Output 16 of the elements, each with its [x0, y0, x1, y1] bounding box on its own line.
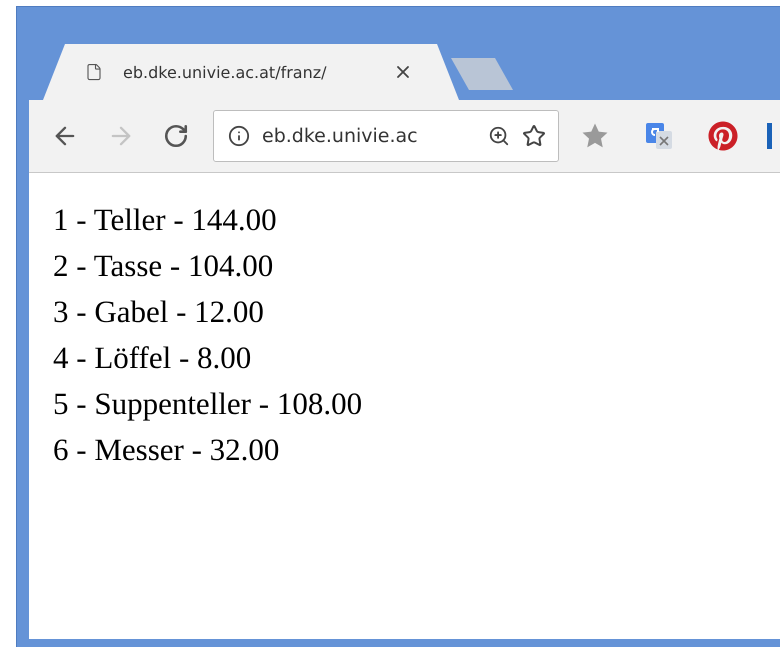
- browser-tab[interactable]: eb.dke.univie.ac.at/franz/: [43, 44, 459, 100]
- reload-icon[interactable]: [163, 123, 189, 149]
- tab-title: eb.dke.univie.ac.at/franz/: [123, 62, 328, 82]
- page-icon: [85, 63, 103, 81]
- star-icon[interactable]: [522, 124, 546, 148]
- translate-icon[interactable]: [644, 121, 674, 151]
- item-line: 2 - Tasse - 104.00: [53, 247, 274, 285]
- address-bar[interactable]: eb.dke.univie.ac: [213, 110, 559, 162]
- item-line: 3 - Gabel - 12.00: [53, 293, 265, 331]
- item-line: 6 - Messer - 32.00: [53, 431, 280, 469]
- item-line: 4 - Löffel - 8.00: [53, 339, 252, 377]
- pin-icon[interactable]: [708, 121, 738, 151]
- item-line: 5 - Suppenteller - 108.00: [53, 385, 364, 423]
- item-line: 1 - Teller - 144.00: [53, 201, 278, 239]
- info-icon: [228, 125, 250, 147]
- zoom-icon[interactable]: [488, 125, 510, 147]
